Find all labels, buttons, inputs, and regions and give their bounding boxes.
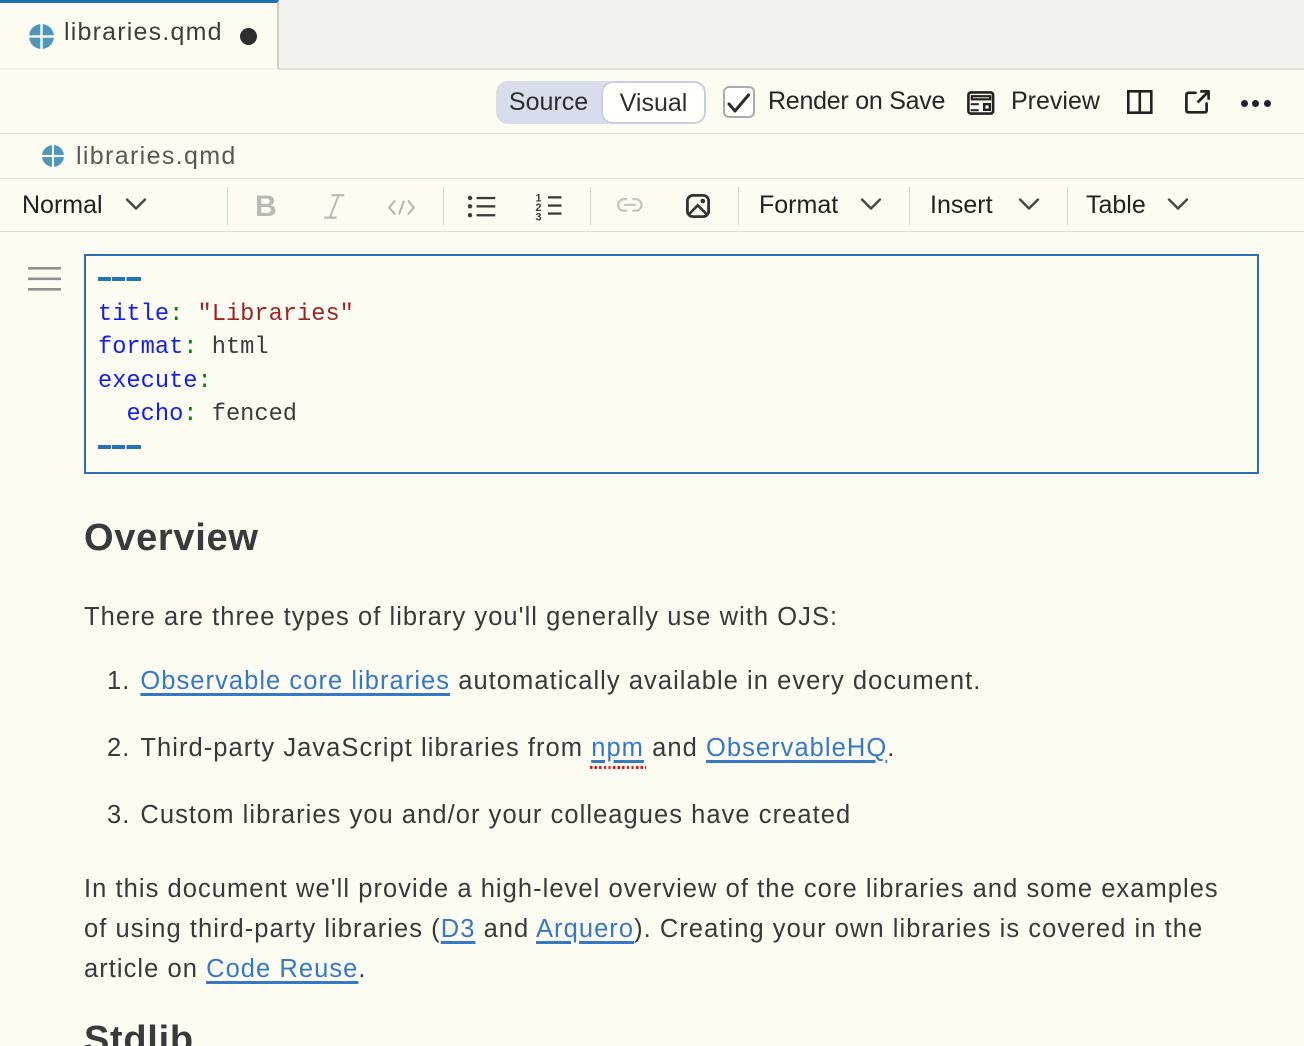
svg-text:3: 3 [536,211,542,222]
